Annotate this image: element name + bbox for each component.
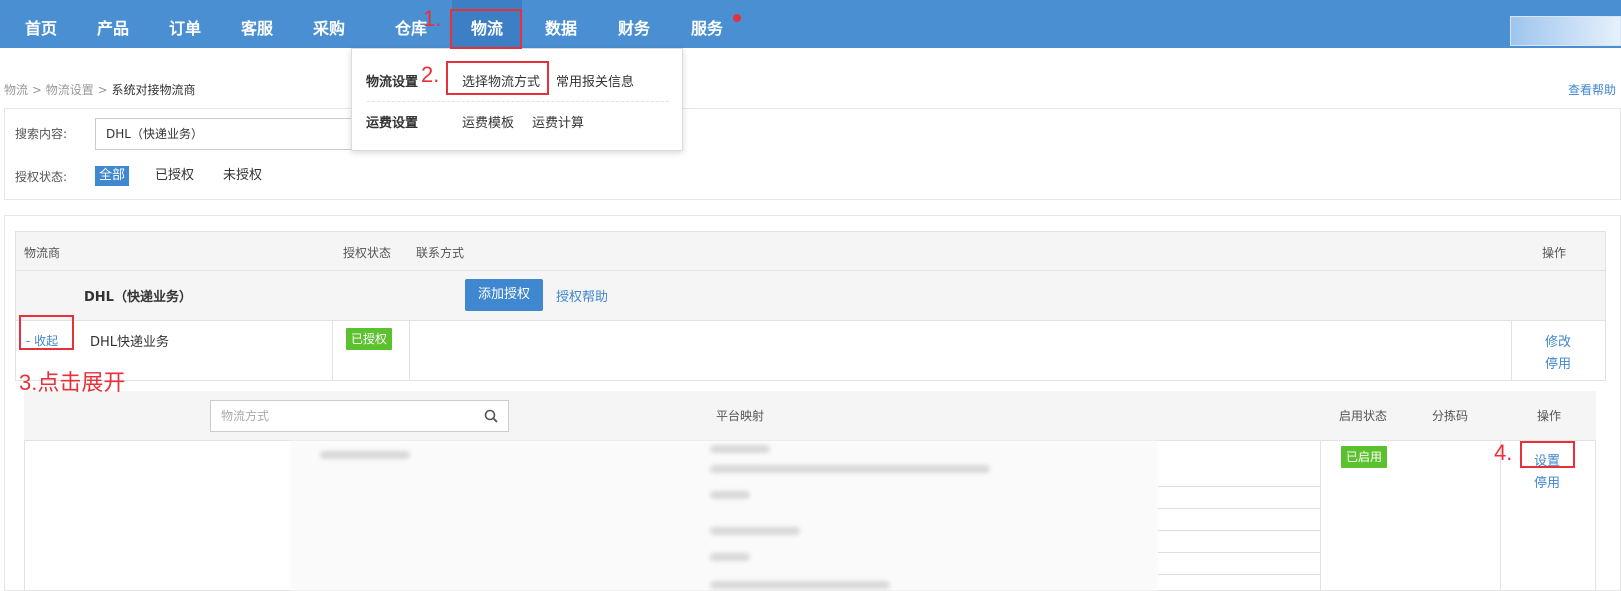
nav-orders[interactable]: 订单 <box>164 0 206 48</box>
annotation-box-4 <box>1520 441 1575 468</box>
enabled-badge: 已启用 <box>1341 446 1388 468</box>
top-nav: 首页 产品 订单 客服 采购 仓库 物流 数据 财务 服务 <box>0 0 1621 48</box>
nav-home[interactable]: 首页 <box>20 0 62 48</box>
annotation-box-2 <box>446 61 549 95</box>
column-divider <box>409 321 410 381</box>
annotation-box-1 <box>450 9 522 49</box>
redacted-text <box>710 581 890 589</box>
redacted-text <box>710 465 990 473</box>
freight-calc-link[interactable]: 运费计算 <box>532 112 584 131</box>
annotation-step-4: 4. <box>1494 440 1513 465</box>
carrier-service-name: DHL快递业务 <box>90 335 170 350</box>
table-row <box>15 321 1606 381</box>
customs-info-link[interactable]: 常用报关信息 <box>556 71 634 90</box>
dropdown-divider <box>367 101 669 102</box>
column-divider <box>332 321 333 381</box>
header-sort-code: 分拣码 <box>1432 409 1469 423</box>
add-authorization-button[interactable]: 添加授权 <box>465 279 543 311</box>
redacted-text <box>320 451 410 459</box>
row-divider <box>1158 530 1320 531</box>
annotation-step-3: 3.点击展开 <box>19 370 126 395</box>
nav-data[interactable]: 数据 <box>540 0 582 48</box>
breadcrumb-separator: > <box>97 83 112 97</box>
row-divider <box>1158 486 1320 487</box>
carrier-group-name: DHL（快递业务） <box>84 290 192 305</box>
status-filter-unauthorized[interactable]: 未授权 <box>219 166 266 186</box>
user-panel[interactable] <box>1510 16 1621 46</box>
shipping-method-search-input[interactable]: 物流方式 <box>210 400 509 432</box>
nav-finance[interactable]: 财务 <box>613 0 655 48</box>
nav-purchasing[interactable]: 采购 <box>308 0 350 48</box>
shipping-method-search-placeholder: 物流方式 <box>221 409 270 423</box>
redacted-text <box>710 491 750 499</box>
status-filter-all[interactable]: 全部 <box>95 166 130 186</box>
header-ops: 操作 <box>1542 246 1567 260</box>
column-divider <box>1511 321 1512 381</box>
row-divider <box>1158 508 1320 509</box>
breadcrumb-logistics[interactable]: 物流 <box>4 83 28 97</box>
nav-customer-service[interactable]: 客服 <box>236 0 278 48</box>
redacted-text <box>710 527 800 535</box>
header-contact: 联系方式 <box>416 246 465 260</box>
carrier-group-row <box>15 271 1606 321</box>
edit-link[interactable]: 修改 <box>1545 331 1571 350</box>
freight-template-link[interactable]: 运费模板 <box>462 112 514 131</box>
annotation-step-2: 2. <box>421 62 440 87</box>
column-divider <box>1320 441 1321 591</box>
row-divider <box>1158 574 1320 575</box>
header-enabled-status: 启用状态 <box>1339 409 1388 423</box>
breadcrumb: 物流 > 物流设置 > 系统对接物流商 <box>4 81 195 98</box>
authorization-help-link[interactable]: 授权帮助 <box>556 286 608 305</box>
table-header <box>15 231 1606 271</box>
help-link[interactable]: 查看帮助 <box>1568 81 1616 98</box>
search-icon[interactable] <box>484 409 498 423</box>
notification-dot <box>733 14 741 22</box>
authorized-badge: 已授权 <box>346 328 393 350</box>
page-root: 首页 产品 订单 客服 采购 仓库 物流 数据 财务 服务 物流 > 物流设置 … <box>0 0 1621 591</box>
dropdown-freight-settings-heading: 运费设置 <box>366 116 419 131</box>
subtable-disable-link[interactable]: 停用 <box>1534 472 1560 491</box>
annotation-step-1: 1. <box>423 6 442 31</box>
redacted-text <box>710 553 750 561</box>
disable-link[interactable]: 停用 <box>1545 353 1571 372</box>
search-input[interactable]: DHL（快递业务） <box>95 118 355 150</box>
header-subtable-ops: 操作 <box>1537 409 1562 423</box>
annotation-box-3 <box>19 315 74 350</box>
header-platform-mapping: 平台映射 <box>716 409 765 423</box>
redacted-text <box>710 445 770 453</box>
redacted-shipping-methods <box>290 441 1158 591</box>
header-auth-status: 授权状态 <box>343 246 392 260</box>
breadcrumb-current: 系统对接物流商 <box>111 83 196 97</box>
dropdown-logistics-settings-heading: 物流设置 <box>366 75 419 90</box>
breadcrumb-separator: > <box>31 83 46 97</box>
row-divider <box>1158 552 1320 553</box>
nav-services[interactable]: 服务 <box>686 0 728 48</box>
breadcrumb-logistics-settings[interactable]: 物流设置 <box>46 83 94 97</box>
nav-products[interactable]: 产品 <box>92 0 134 48</box>
header-carrier: 物流商 <box>24 246 61 260</box>
status-filter-authorized[interactable]: 已授权 <box>151 166 198 186</box>
status-label: 授权状态: <box>15 170 68 184</box>
search-label: 搜索内容: <box>15 127 68 141</box>
